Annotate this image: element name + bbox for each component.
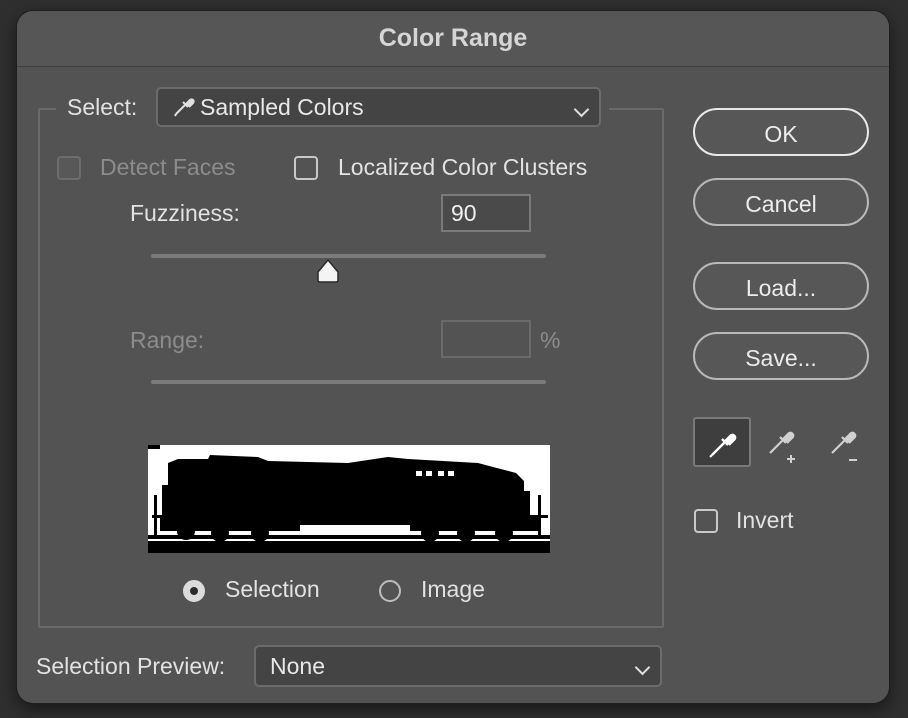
eyedropper-plus-icon bbox=[769, 431, 795, 463]
chevron-down-icon bbox=[573, 101, 590, 118]
fuzziness-value: 90 bbox=[451, 200, 477, 226]
load-button[interactable]: Load... bbox=[693, 262, 869, 310]
detect-faces-label: Detect Faces bbox=[100, 154, 236, 180]
select-label: Select: bbox=[67, 94, 138, 120]
ok-button[interactable]: OK bbox=[693, 108, 869, 156]
eyedropper-add-tool[interactable] bbox=[755, 417, 813, 467]
detect-faces-checkbox[interactable] bbox=[57, 156, 81, 180]
selection-radio[interactable] bbox=[183, 580, 205, 602]
eyedropper-tool[interactable] bbox=[693, 417, 751, 467]
select-value: Sampled Colors bbox=[200, 94, 364, 120]
fuzziness-slider-track[interactable] bbox=[151, 254, 546, 258]
range-slider-track[interactable] bbox=[151, 380, 546, 384]
selection-radio-label: Selection bbox=[225, 576, 320, 602]
save-button[interactable]: Save... bbox=[693, 332, 869, 380]
fuzziness-slider-thumb[interactable] bbox=[316, 258, 340, 289]
fuzziness-input[interactable]: 90 bbox=[441, 194, 531, 232]
select-dropdown[interactable]: Sampled Colors bbox=[156, 87, 601, 127]
localized-color-clusters-checkbox[interactable] bbox=[294, 156, 318, 180]
invert-label: Invert bbox=[736, 507, 794, 533]
range-unit: % bbox=[540, 327, 561, 353]
eyedropper-icon bbox=[172, 94, 196, 124]
selection-preview-value: None bbox=[270, 653, 325, 679]
localized-color-clusters-label: Localized Color Clusters bbox=[338, 154, 588, 180]
range-input[interactable] bbox=[441, 320, 531, 358]
image-radio-label: Image bbox=[421, 576, 485, 602]
color-range-dialog: Color Range Select: Sampled Colors Detec… bbox=[17, 11, 889, 703]
range-label: Range: bbox=[130, 327, 205, 353]
image-radio[interactable] bbox=[379, 580, 401, 602]
fuzziness-label: Fuzziness: bbox=[130, 200, 240, 226]
cancel-button[interactable]: Cancel bbox=[693, 178, 869, 226]
chevron-down-icon bbox=[634, 659, 651, 676]
eyedropper-subtract-tool[interactable] bbox=[817, 417, 875, 467]
eyedropper-minus-icon bbox=[831, 431, 857, 461]
selection-preview-dropdown[interactable]: None bbox=[254, 645, 662, 687]
eyedropper-icon bbox=[709, 433, 737, 458]
invert-checkbox[interactable] bbox=[694, 509, 718, 533]
selection-preview-label: Selection Preview: bbox=[36, 653, 226, 679]
dialog-title: Color Range bbox=[378, 24, 528, 52]
selection-preview-image bbox=[148, 445, 550, 553]
